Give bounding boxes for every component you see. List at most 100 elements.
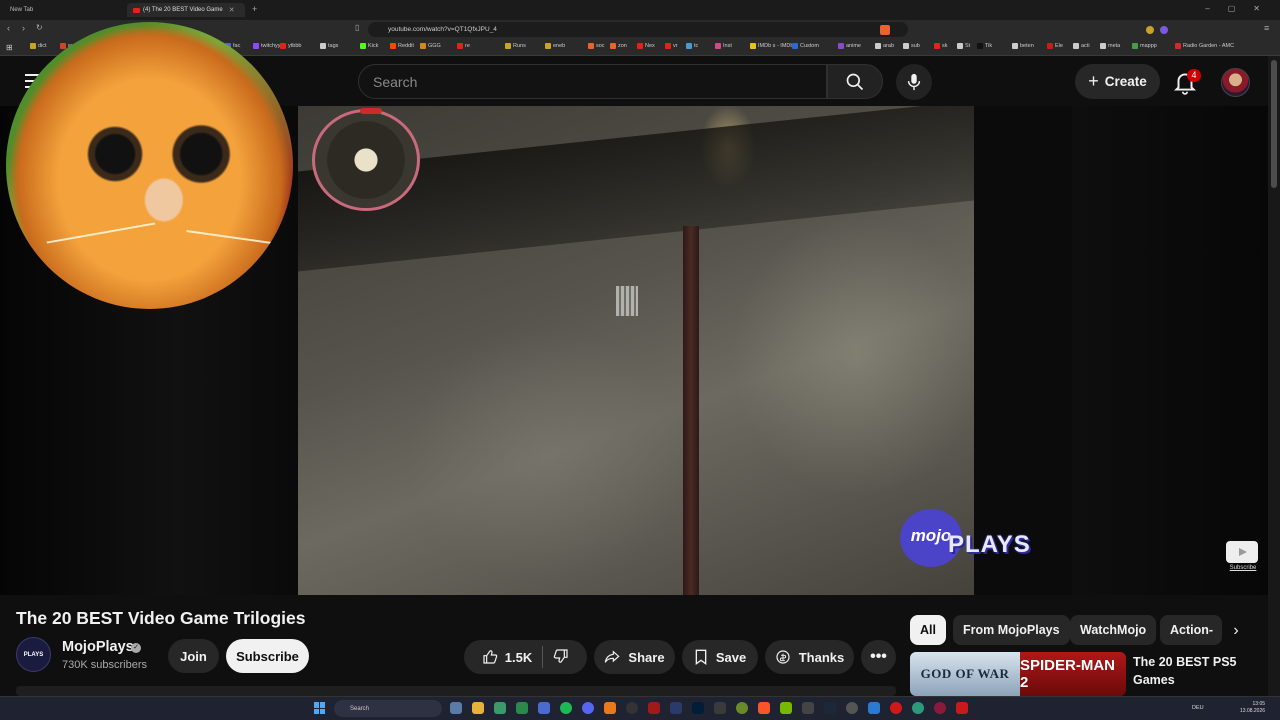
back-icon[interactable]: ‹ (7, 23, 10, 33)
tab-new-tab[interactable]: New Tab (4, 3, 124, 17)
chip-from-mojoplays[interactable]: From MojoPlays (953, 615, 1070, 645)
save-button[interactable]: Save (682, 640, 758, 674)
dislike-button[interactable] (553, 648, 569, 667)
file-explorer-icon[interactable] (472, 702, 484, 714)
language-indicator[interactable]: DEU (1192, 705, 1204, 711)
channel-avatar[interactable]: PLAYS (16, 637, 51, 672)
bookmark-item[interactable]: Kick (360, 43, 378, 49)
maximize-icon[interactable]: ▢ (1228, 4, 1236, 13)
bookmark-item[interactable]: IMDb s - IMDb (750, 43, 793, 49)
app-icon[interactable] (538, 702, 550, 714)
bookmark-item[interactable]: Custom (792, 43, 819, 49)
bookmark-item[interactable]: arab (875, 43, 894, 49)
app-icon[interactable] (494, 702, 506, 714)
share-button[interactable]: Share (594, 640, 675, 674)
chip-all[interactable]: All (910, 615, 946, 645)
chip-action[interactable]: Action- (1160, 615, 1222, 645)
bookmark-item[interactable]: zon (610, 43, 627, 49)
close-tab-icon[interactable]: ✕ (229, 6, 235, 14)
extension-icon[interactable] (1146, 26, 1154, 34)
bookmark-item[interactable]: Inst (715, 43, 732, 49)
tab-youtube-video[interactable]: (4) The 20 BEST Video Game ✕ (127, 3, 245, 17)
vlc-icon[interactable] (604, 702, 616, 714)
reload-icon[interactable]: ↻ (36, 23, 43, 32)
menu-icon[interactable]: ≡ (1264, 23, 1269, 33)
channel-name[interactable]: MojoPlays (62, 639, 134, 655)
join-button[interactable]: Join (168, 639, 219, 673)
opera-icon[interactable] (890, 702, 902, 714)
bookmark-item[interactable]: Radio Garden - AMC (1175, 43, 1234, 49)
chevron-right-icon[interactable]: › (1225, 620, 1247, 642)
app-icon[interactable] (934, 702, 946, 714)
excel-icon[interactable] (516, 702, 528, 714)
bookmark-item[interactable]: tc (686, 43, 698, 49)
windows-start-icon[interactable] (314, 702, 326, 714)
bookmark-item[interactable]: Reddit (390, 43, 414, 49)
thanks-button[interactable]: Thanks (765, 640, 854, 674)
chip-watchmojo[interactable]: WatchMojo (1070, 615, 1157, 645)
bookmark-item[interactable]: St (957, 43, 970, 49)
bookmark-item[interactable]: eneb (545, 43, 565, 49)
bookmark-item[interactable]: Tik (977, 43, 992, 49)
extension-icon[interactable] (1160, 26, 1168, 34)
bookmark-item[interactable]: twitchyy (253, 43, 281, 49)
user-avatar[interactable] (1221, 68, 1250, 97)
bookmark-item[interactable]: tags (320, 43, 338, 49)
recommendation-thumbnail[interactable]: GOD OF WAR SPIDER-MAN 2 (910, 652, 1126, 696)
bookmark-item[interactable]: sk (934, 43, 948, 49)
app-icon[interactable] (912, 702, 924, 714)
subscribe-watermark[interactable]: Subscribe (1226, 541, 1260, 575)
new-tab-plus-icon[interactable]: + (252, 4, 257, 14)
brave-browser-icon[interactable] (758, 702, 770, 714)
voice-search-button[interactable] (896, 64, 932, 100)
bookmark-item[interactable]: meta (1100, 43, 1120, 49)
bookmark-item[interactable]: Nex (637, 43, 655, 49)
system-clock[interactable]: 13:05 13.08.2026 (1240, 701, 1265, 715)
app-icon[interactable] (670, 702, 682, 714)
app-icon[interactable] (868, 702, 880, 714)
bookmark-item[interactable]: acti (1073, 43, 1090, 49)
bookmark-page-icon[interactable]: ▯ (355, 23, 359, 32)
close-window-icon[interactable]: ✕ (1253, 4, 1260, 13)
apps-grid-icon[interactable]: ⊞ (6, 43, 13, 52)
more-actions-button[interactable]: ••• (861, 640, 896, 674)
bookmark-item[interactable]: sub (903, 43, 920, 49)
discord-icon[interactable] (582, 702, 594, 714)
url-field[interactable]: youtube.com/watch?v=QT1QfxJPU_4 (368, 22, 908, 37)
recommendation-title[interactable]: The 20 BEST PS5 Games (1133, 653, 1253, 689)
bookmark-item[interactable]: GGG (420, 43, 441, 49)
page-scrollbar-thumb[interactable] (1271, 60, 1277, 188)
taskbar-search[interactable]: Search (334, 700, 442, 717)
minimize-icon[interactable]: – (1205, 4, 1209, 13)
app-icon[interactable] (846, 702, 858, 714)
bookmark-item[interactable]: mappp (1132, 43, 1157, 49)
app-icon[interactable] (956, 702, 968, 714)
app-icon[interactable] (736, 702, 748, 714)
brave-shield-icon[interactable] (880, 25, 890, 35)
search-button[interactable] (827, 64, 883, 99)
spotify-icon[interactable] (560, 702, 572, 714)
search-input[interactable]: Search (358, 64, 827, 99)
bookmark-item[interactable]: re (457, 43, 470, 49)
like-button[interactable]: 1.5K (482, 649, 532, 665)
bookmark-item[interactable]: anime (838, 43, 861, 49)
media-player-icon[interactable] (626, 702, 638, 714)
bookmark-item[interactable]: beten (1012, 43, 1034, 49)
bookmark-item[interactable]: vr (665, 43, 678, 49)
bookmark-item[interactable]: Runs (505, 43, 526, 49)
bookmark-item[interactable]: ytbbb (280, 43, 301, 49)
bookmark-item[interactable]: soc (588, 43, 605, 49)
task-view-icon[interactable] (450, 702, 462, 714)
app-icon[interactable] (648, 702, 660, 714)
subscribe-button[interactable]: Subscribe (226, 639, 309, 673)
steam-icon[interactable] (824, 702, 836, 714)
bookmark-item[interactable]: dict (30, 43, 47, 49)
create-button[interactable]: + Create (1075, 64, 1160, 99)
forward-icon[interactable]: › (22, 23, 25, 33)
app-icon[interactable] (802, 702, 814, 714)
nvidia-icon[interactable] (780, 702, 792, 714)
app-icon[interactable] (714, 702, 726, 714)
photoshop-icon[interactable] (692, 702, 704, 714)
description-box[interactable] (16, 686, 896, 696)
bookmark-item[interactable]: Ele (1047, 43, 1063, 49)
